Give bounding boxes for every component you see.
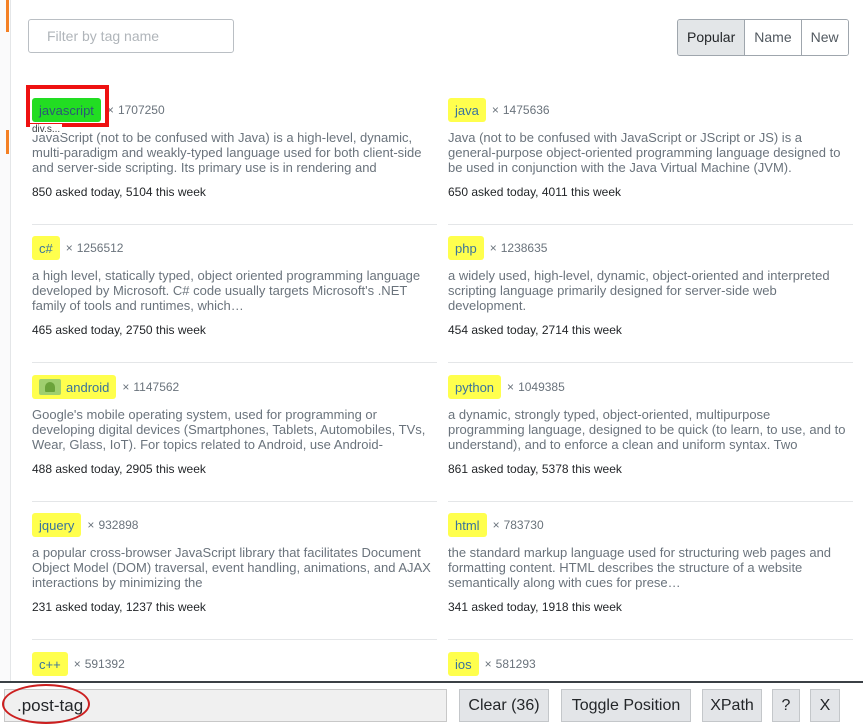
tag-description: a dynamic, strongly typed, object-orient… bbox=[448, 407, 846, 452]
tag-count: 783730 bbox=[503, 518, 544, 532]
tag-card-jquery: jquery × 932898 a popular cross-browser … bbox=[32, 505, 437, 640]
tag-count: 1147562 bbox=[133, 380, 180, 394]
tag-filter-input[interactable] bbox=[28, 19, 234, 53]
tag-count: 1707250 bbox=[117, 103, 165, 117]
tag-count: 932898 bbox=[98, 518, 139, 532]
tag-stats[interactable]: 341 asked today, 1918 this week bbox=[448, 600, 622, 614]
tag-label: android bbox=[66, 379, 110, 395]
tag-count: 591392 bbox=[84, 657, 125, 671]
sort-name-button[interactable]: Name bbox=[744, 20, 801, 55]
tag-card-cpp: c++ × 591392 bbox=[32, 644, 437, 681]
tag-multiplier: × bbox=[489, 241, 497, 255]
tag-card-csharp: c# × 1256512 a high level, statically ty… bbox=[32, 228, 437, 363]
post-tag-ios[interactable]: ios bbox=[448, 652, 479, 676]
tag-description: a widely used, high-level, dynamic, obje… bbox=[448, 268, 830, 313]
help-button[interactable]: ? bbox=[772, 689, 800, 722]
post-tag-cpp[interactable]: c++ bbox=[32, 652, 68, 676]
tag-count: 581293 bbox=[495, 657, 536, 671]
tag-multiplier: × bbox=[73, 657, 81, 671]
tag-count: 1256512 bbox=[76, 241, 124, 255]
tag-stats[interactable]: 488 asked today, 2905 this week bbox=[32, 462, 206, 476]
sort-popular-button[interactable]: Popular bbox=[678, 20, 745, 55]
tag-multiplier: × bbox=[492, 518, 500, 532]
toggle-position-button[interactable]: Toggle Position bbox=[561, 689, 691, 722]
close-button[interactable]: X bbox=[810, 689, 840, 722]
xpath-button[interactable]: XPath bbox=[702, 689, 762, 722]
tag-multiplier: × bbox=[491, 103, 499, 117]
android-icon bbox=[39, 379, 61, 395]
selection-highlight-box bbox=[26, 85, 109, 127]
post-tag-java[interactable]: java bbox=[448, 98, 486, 122]
sidebar-active-marker-2 bbox=[6, 130, 9, 154]
tag-card-android: android × 1147562 Google's mobile operat… bbox=[32, 367, 437, 502]
tag-stats[interactable]: 454 asked today, 2714 this week bbox=[448, 323, 622, 337]
tag-count: 1049385 bbox=[518, 380, 565, 394]
sort-tabs: Popular Name New bbox=[677, 19, 849, 56]
tag-description: Java (not to be confused with JavaScript… bbox=[448, 130, 841, 175]
post-tag-jquery[interactable]: jquery bbox=[32, 513, 82, 537]
tag-multiplier: × bbox=[507, 380, 515, 394]
sort-new-button[interactable]: New bbox=[800, 20, 848, 55]
tag-stats[interactable]: 861 asked today, 5378 this week bbox=[448, 462, 622, 476]
tag-card-python: python × 1049385 a dynamic, strongly typ… bbox=[448, 367, 853, 502]
highlight-ghost-label: div.s... bbox=[30, 124, 63, 135]
tag-multiplier: × bbox=[65, 241, 73, 255]
tag-multiplier: × bbox=[122, 380, 130, 394]
tag-stats[interactable]: 231 asked today, 1237 this week bbox=[32, 600, 206, 614]
tag-multiplier: × bbox=[484, 657, 492, 671]
css-selector-input[interactable] bbox=[4, 689, 447, 722]
tag-count: 1475636 bbox=[502, 103, 550, 117]
post-tag-csharp[interactable]: c# bbox=[32, 236, 60, 260]
post-tag-python[interactable]: python bbox=[448, 375, 502, 399]
tag-card-html: html × 783730 the standard markup langua… bbox=[448, 505, 853, 640]
tag-stats[interactable]: 850 asked today, 5104 this week bbox=[32, 185, 206, 199]
tag-multiplier: × bbox=[87, 518, 95, 532]
post-tag-php[interactable]: php bbox=[448, 236, 484, 260]
tag-count: 1238635 bbox=[500, 241, 548, 255]
tag-card-java: java × 1475636 Java (not to be confused … bbox=[448, 90, 853, 225]
tag-stats[interactable]: 650 asked today, 4011 this week bbox=[448, 185, 621, 199]
tag-description: a high level, statically typed, object o… bbox=[32, 268, 421, 313]
selector-toolbar: Clear (36) Toggle Position XPath ? X bbox=[0, 681, 863, 728]
post-tag-android[interactable]: android bbox=[32, 375, 117, 399]
tag-description: Google's mobile operating system, used f… bbox=[32, 407, 426, 452]
tag-card-php: php × 1238635 a widely used, high-level,… bbox=[448, 228, 853, 363]
left-sidebar-edge bbox=[0, 0, 11, 728]
sidebar-active-marker bbox=[6, 0, 9, 32]
post-tag-html[interactable]: html bbox=[448, 513, 487, 537]
tag-description: JavaScript (not to be confused with Java… bbox=[32, 130, 422, 175]
tag-description: the standard markup language used for st… bbox=[448, 545, 832, 590]
tag-card-ios: ios × 581293 bbox=[448, 644, 853, 681]
clear-button[interactable]: Clear (36) bbox=[459, 689, 549, 722]
tag-description: a popular cross-browser JavaScript libra… bbox=[32, 545, 431, 590]
tag-stats[interactable]: 465 asked today, 2750 this week bbox=[32, 323, 206, 337]
